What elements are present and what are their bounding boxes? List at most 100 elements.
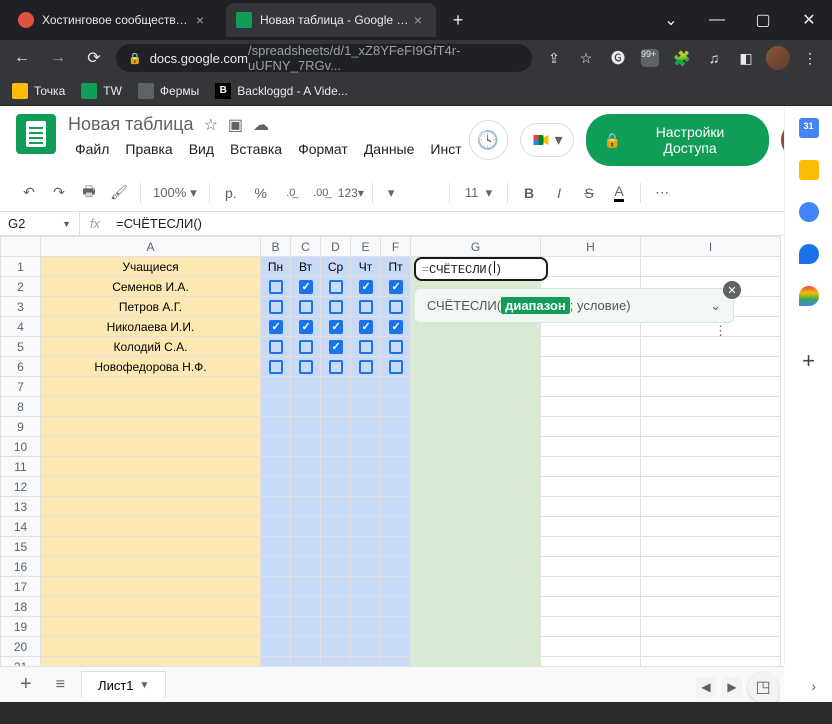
calendar-icon[interactable]: 31 <box>799 118 819 138</box>
formula-input[interactable]: =СЧЁТЕСЛИ() <box>110 216 832 231</box>
row-header[interactable]: 14 <box>1 517 41 537</box>
print-button[interactable]: 🖶 <box>76 180 102 206</box>
cell[interactable] <box>261 597 291 617</box>
col-header[interactable]: A <box>41 237 261 257</box>
add-addon-button[interactable]: + <box>802 348 815 374</box>
bookmark-item[interactable]: TW <box>81 83 122 99</box>
cell[interactable] <box>351 537 381 557</box>
translate-icon[interactable]: 🅖 <box>604 44 632 72</box>
menu-вид[interactable]: Вид <box>182 139 221 159</box>
scroll-left-button[interactable]: ◀ <box>696 677 716 697</box>
extensions-icon[interactable]: 🧩 <box>668 44 696 72</box>
new-tab-button[interactable]: + <box>444 6 472 34</box>
cell[interactable]: Пн <box>261 257 291 277</box>
cell[interactable] <box>41 437 261 457</box>
row-header[interactable]: 17 <box>1 577 41 597</box>
cell[interactable] <box>381 557 411 577</box>
cell[interactable] <box>381 537 411 557</box>
cell[interactable] <box>321 637 351 657</box>
cell[interactable] <box>291 417 321 437</box>
kebab-menu-icon[interactable]: ⋮ <box>714 323 727 339</box>
cell[interactable] <box>41 557 261 577</box>
menu-вставка[interactable]: Вставка <box>223 139 289 159</box>
tasks-icon[interactable] <box>799 202 819 222</box>
cell[interactable] <box>351 637 381 657</box>
cell[interactable] <box>261 397 291 417</box>
cell[interactable] <box>41 417 261 437</box>
cell[interactable] <box>411 617 541 637</box>
col-header[interactable]: G <box>411 237 541 257</box>
cell[interactable] <box>411 437 541 457</box>
cell[interactable] <box>261 537 291 557</box>
checkbox-cell[interactable] <box>321 277 351 297</box>
cell[interactable] <box>381 617 411 637</box>
menu-правка[interactable]: Правка <box>118 139 179 159</box>
cell[interactable] <box>321 617 351 637</box>
checkbox-cell[interactable] <box>291 337 321 357</box>
close-icon[interactable]: × <box>410 12 426 28</box>
cell[interactable] <box>411 457 541 477</box>
cell[interactable] <box>291 537 321 557</box>
row-header[interactable]: 10 <box>1 437 41 457</box>
star-icon[interactable]: ☆ <box>572 44 600 72</box>
cell[interactable] <box>261 637 291 657</box>
checkbox-cell[interactable] <box>381 277 411 297</box>
cell[interactable] <box>321 537 351 557</box>
cell[interactable] <box>411 497 541 517</box>
close-window-button[interactable]: ✕ <box>786 0 832 40</box>
menu-файл[interactable]: Файл <box>68 139 116 159</box>
checkbox-cell[interactable] <box>261 297 291 317</box>
cell[interactable] <box>261 377 291 397</box>
checkbox-cell[interactable] <box>351 297 381 317</box>
cell[interactable] <box>291 497 321 517</box>
checkbox-cell[interactable] <box>321 317 351 337</box>
col-header[interactable]: H <box>541 237 641 257</box>
row-header[interactable]: 1 <box>1 257 41 277</box>
font-family-select[interactable]: ▾ <box>381 184 441 202</box>
cell[interactable] <box>261 477 291 497</box>
minimize-button[interactable]: — <box>694 0 740 40</box>
cell[interactable] <box>41 397 261 417</box>
checkbox-cell[interactable] <box>351 277 381 297</box>
cell[interactable] <box>291 437 321 457</box>
redo-button[interactable]: ↷ <box>46 180 72 206</box>
cell[interactable] <box>381 377 411 397</box>
cell[interactable] <box>261 557 291 577</box>
cell[interactable] <box>321 437 351 457</box>
cell[interactable]: Петров А.Г. <box>41 297 261 317</box>
cell[interactable] <box>351 497 381 517</box>
col-header[interactable]: D <box>321 237 351 257</box>
cell[interactable] <box>321 517 351 537</box>
checkbox-cell[interactable] <box>381 317 411 337</box>
menu-инст[interactable]: Инст <box>423 139 468 159</box>
checkbox-cell[interactable] <box>381 337 411 357</box>
cell[interactable] <box>261 437 291 457</box>
cell[interactable] <box>41 377 261 397</box>
music-icon[interactable]: ♫ <box>700 44 728 72</box>
add-sheet-button[interactable]: + <box>12 673 40 696</box>
row-header[interactable]: 5 <box>1 337 41 357</box>
col-header[interactable]: E <box>351 237 381 257</box>
cell[interactable] <box>321 497 351 517</box>
reload-button[interactable]: ⟳ <box>80 44 108 72</box>
cell[interactable] <box>411 337 541 357</box>
cell[interactable] <box>411 477 541 497</box>
row-header[interactable]: 4 <box>1 317 41 337</box>
checkbox-cell[interactable] <box>351 337 381 357</box>
maps-icon[interactable] <box>799 286 819 306</box>
row-header[interactable]: 19 <box>1 617 41 637</box>
row-header[interactable]: 16 <box>1 557 41 577</box>
cell[interactable] <box>381 517 411 537</box>
decrease-decimal-button[interactable]: .0̲ <box>278 180 304 206</box>
cell[interactable] <box>261 417 291 437</box>
cell[interactable] <box>411 557 541 577</box>
chevron-down-icon[interactable]: ⌄ <box>648 0 694 40</box>
browser-tab-1[interactable]: Новая таблица - Google Таблиц... × <box>226 3 436 37</box>
cell[interactable] <box>261 617 291 637</box>
col-header[interactable]: C <box>291 237 321 257</box>
share-button[interactable]: 🔒 Настройки Доступа <box>586 114 769 166</box>
menu-данные[interactable]: Данные <box>357 139 422 159</box>
address-bar[interactable]: 🔒 docs.google.com/spreadsheets/d/1_xZ8YF… <box>116 44 532 72</box>
cell[interactable]: Колодий С.А. <box>41 337 261 357</box>
row-header[interactable]: 9 <box>1 417 41 437</box>
